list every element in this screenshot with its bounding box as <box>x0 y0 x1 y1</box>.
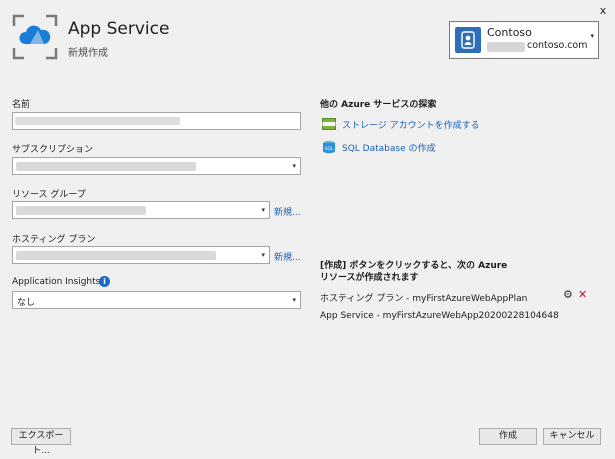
new-hosting-plan-link[interactable]: 新規... <box>274 250 301 263</box>
export-button[interactable]: エクスポート... <box>11 428 71 456</box>
chevron-down-icon: ▾ <box>590 32 594 40</box>
id-badge-icon <box>461 31 475 49</box>
resource-group-label: リソース グループ <box>12 190 86 200</box>
storage-icon <box>322 118 336 130</box>
create-button[interactable]: 作成 <box>479 428 537 445</box>
account-email-redacted <box>487 42 525 52</box>
hosting-plan-label: ホスティング プラン <box>12 235 96 245</box>
subscription-label: サブスクリプション <box>12 145 94 155</box>
page-title: App Service <box>68 19 170 39</box>
page-subtitle: 新規作成 <box>68 48 108 59</box>
name-redacted <box>15 117 180 125</box>
resource-item-hosting-plan: ホスティング プラン - myFirstAzureWebAppPlan <box>320 294 528 304</box>
svg-text:SQL: SQL <box>325 146 334 152</box>
insights-dropdown[interactable]: なし ▾ <box>12 291 301 309</box>
new-resource-group-link[interactable]: 新規... <box>274 205 301 218</box>
delete-icon[interactable]: ✕ <box>578 288 587 301</box>
account-name: Contoso <box>487 26 532 39</box>
gear-icon[interactable]: ⚙ <box>563 288 573 301</box>
resource-group-redacted <box>16 206 146 215</box>
chevron-down-icon: ▾ <box>292 296 296 304</box>
account-email: contoso.com <box>527 40 588 51</box>
create-sql-link[interactable]: SQL Database の作成 <box>342 141 435 154</box>
chevron-down-icon: ▾ <box>261 206 265 214</box>
create-storage-link[interactable]: ストレージ アカウントを作成する <box>342 118 480 131</box>
hosting-plan-redacted <box>16 251 216 260</box>
account-selector[interactable]: Contoso contoso.com ▾ <box>449 21 599 59</box>
app-service-icon <box>12 14 58 60</box>
sql-icon: SQL <box>322 140 336 154</box>
info-icon[interactable]: i <box>99 276 110 287</box>
explore-title: 他の Azure サービスの探索 <box>320 100 437 110</box>
subscription-dropdown[interactable]: ▾ <box>12 157 301 175</box>
chevron-down-icon: ▾ <box>261 251 265 259</box>
subscription-redacted <box>16 162 196 171</box>
close-icon[interactable]: x <box>596 4 610 18</box>
hosting-plan-dropdown[interactable]: ▾ <box>12 246 270 264</box>
avatar <box>455 27 481 53</box>
name-label: 名前 <box>12 100 31 110</box>
cancel-button[interactable]: キャンセル <box>543 428 601 445</box>
chevron-down-icon: ▾ <box>292 162 296 170</box>
resources-intro-line2: リソースが作成されます <box>320 273 419 283</box>
insights-label: Application Insights <box>12 277 101 287</box>
insights-value: なし <box>17 298 36 308</box>
resource-group-dropdown[interactable]: ▾ <box>12 201 270 219</box>
resource-item-app-service: App Service - myFirstAzureWebApp20200228… <box>320 311 559 321</box>
